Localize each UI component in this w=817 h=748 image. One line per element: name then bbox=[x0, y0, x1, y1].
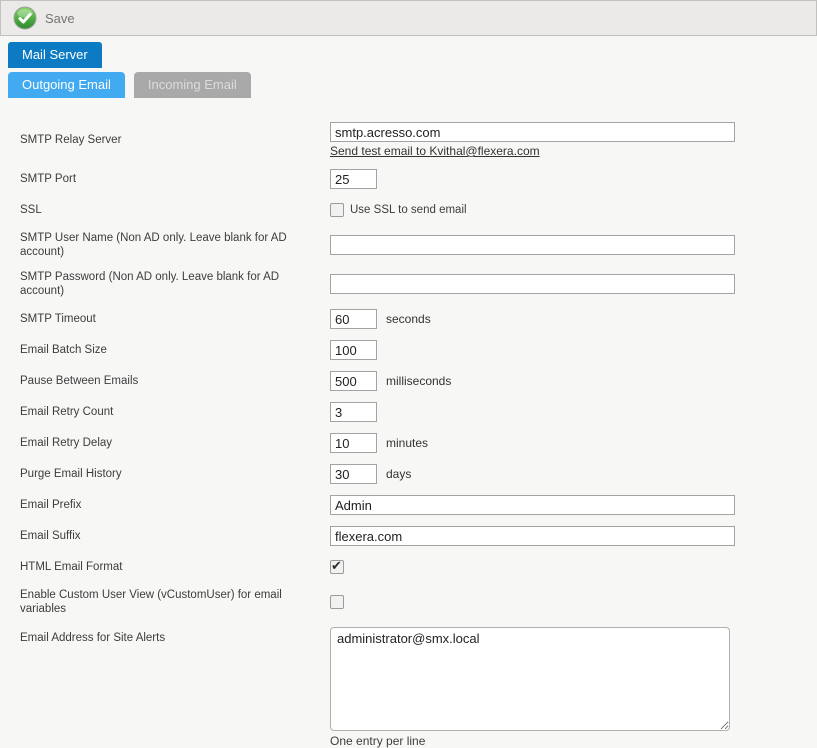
save-check-icon bbox=[13, 6, 37, 30]
smtp-timeout-label: SMTP Timeout bbox=[20, 312, 330, 326]
purge-email-history-row: Purge Email History days bbox=[20, 464, 817, 484]
email-batch-size-input[interactable] bbox=[330, 340, 377, 360]
smtp-relay-server-label: SMTP Relay Server bbox=[20, 133, 330, 147]
ssl-row: SSL Use SSL to send email bbox=[20, 200, 817, 220]
tab-mail-server[interactable]: Mail Server bbox=[8, 42, 102, 68]
toolbar: Save bbox=[0, 0, 817, 36]
email-retry-delay-input[interactable] bbox=[330, 433, 377, 453]
outgoing-email-form: SMTP Relay Server Send test email to Kvi… bbox=[0, 122, 817, 748]
site-alerts-note: One entry per line bbox=[330, 734, 425, 748]
send-test-email-link[interactable]: Send test email to Kvithal@flexera.com bbox=[330, 144, 540, 158]
smtp-timeout-input[interactable] bbox=[330, 309, 377, 329]
use-ssl-checkbox[interactable] bbox=[330, 203, 344, 217]
email-batch-size-row: Email Batch Size bbox=[20, 340, 817, 360]
email-prefix-input[interactable] bbox=[330, 495, 735, 515]
smtp-password-label: SMTP Password (Non AD only. Leave blank … bbox=[20, 270, 330, 298]
smtp-password-input[interactable] bbox=[330, 274, 735, 294]
smtp-relay-server-row: SMTP Relay Server Send test email to Kvi… bbox=[20, 122, 817, 158]
site-alerts-textarea[interactable]: administrator@smx.local bbox=[330, 627, 730, 731]
smtp-username-row: SMTP User Name (Non AD only. Leave blank… bbox=[20, 231, 817, 259]
email-retry-count-label: Email Retry Count bbox=[20, 405, 330, 419]
enable-custom-user-view-label: Enable Custom User View (vCustomUser) fo… bbox=[20, 588, 330, 616]
smtp-username-input[interactable] bbox=[330, 235, 735, 255]
smtp-timeout-row: SMTP Timeout seconds bbox=[20, 309, 817, 329]
tab-incoming-email[interactable]: Incoming Email bbox=[134, 72, 251, 98]
save-button-label: Save bbox=[45, 11, 75, 26]
site-alerts-row: Email Address for Site Alerts administra… bbox=[20, 627, 817, 748]
email-retry-count-input[interactable] bbox=[330, 402, 377, 422]
html-email-format-label: HTML Email Format bbox=[20, 560, 330, 574]
pause-between-emails-label: Pause Between Emails bbox=[20, 374, 330, 388]
smtp-port-row: SMTP Port bbox=[20, 169, 817, 189]
html-email-format-row: HTML Email Format bbox=[20, 557, 817, 577]
email-suffix-input[interactable] bbox=[330, 526, 735, 546]
smtp-timeout-unit: seconds bbox=[386, 312, 431, 326]
email-prefix-row: Email Prefix bbox=[20, 495, 817, 515]
enable-custom-user-view-checkbox[interactable] bbox=[330, 595, 344, 609]
purge-email-history-unit: days bbox=[386, 467, 411, 481]
smtp-username-label: SMTP User Name (Non AD only. Leave blank… bbox=[20, 231, 330, 259]
smtp-port-label: SMTP Port bbox=[20, 172, 330, 186]
pause-between-emails-unit: milliseconds bbox=[386, 374, 451, 388]
email-retry-delay-label: Email Retry Delay bbox=[20, 436, 330, 450]
email-retry-count-row: Email Retry Count bbox=[20, 402, 817, 422]
pause-between-emails-row: Pause Between Emails milliseconds bbox=[20, 371, 817, 391]
site-alerts-label: Email Address for Site Alerts bbox=[20, 631, 330, 645]
email-retry-delay-unit: minutes bbox=[386, 436, 428, 450]
email-prefix-label: Email Prefix bbox=[20, 498, 330, 512]
email-batch-size-label: Email Batch Size bbox=[20, 343, 330, 357]
pause-between-emails-input[interactable] bbox=[330, 371, 377, 391]
smtp-port-input[interactable] bbox=[330, 169, 377, 189]
html-email-format-checkbox[interactable] bbox=[330, 560, 344, 574]
tab-outgoing-email[interactable]: Outgoing Email bbox=[8, 72, 125, 98]
tab-bar: Mail Server Outgoing Email Incoming Emai… bbox=[8, 36, 817, 98]
save-button[interactable]: Save bbox=[11, 4, 81, 32]
email-retry-delay-row: Email Retry Delay minutes bbox=[20, 433, 817, 453]
email-suffix-label: Email Suffix bbox=[20, 529, 330, 543]
smtp-password-row: SMTP Password (Non AD only. Leave blank … bbox=[20, 270, 817, 298]
purge-email-history-label: Purge Email History bbox=[20, 467, 330, 481]
enable-custom-user-view-row: Enable Custom User View (vCustomUser) fo… bbox=[20, 588, 817, 616]
email-suffix-row: Email Suffix bbox=[20, 526, 817, 546]
purge-email-history-input[interactable] bbox=[330, 464, 377, 484]
use-ssl-checkbox-label: Use SSL to send email bbox=[350, 204, 467, 216]
ssl-label: SSL bbox=[20, 203, 330, 217]
smtp-relay-server-input[interactable] bbox=[330, 122, 735, 142]
